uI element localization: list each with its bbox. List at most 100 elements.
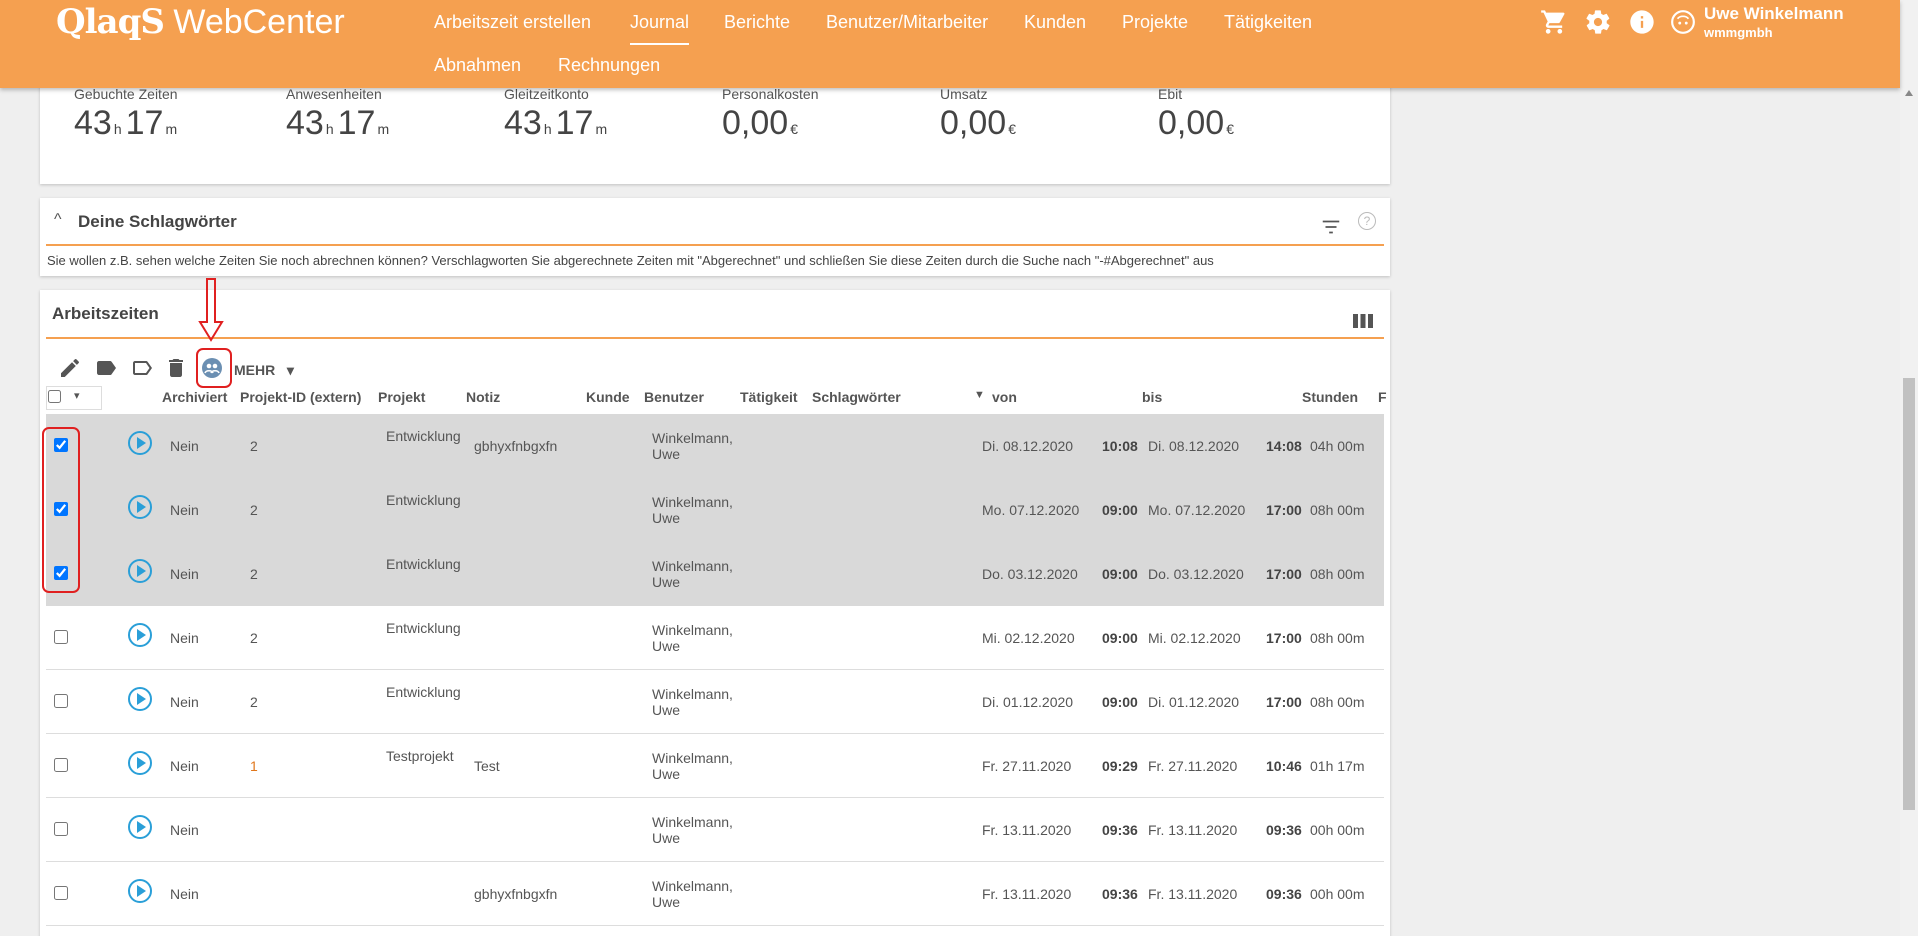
- play-icon[interactable]: [128, 879, 152, 903]
- table-row[interactable]: Nein 2 Entwicklung Winkelmann, Uwe Do. 0…: [46, 542, 1384, 606]
- table-row[interactable]: Nein 2 Entwicklung Winkelmann, Uwe Mi. 0…: [46, 606, 1384, 670]
- cell-von-time: 10:08: [1102, 438, 1138, 454]
- gear-icon[interactable]: [1584, 8, 1612, 36]
- play-icon[interactable]: [128, 623, 152, 647]
- col-von[interactable]: von: [992, 389, 1017, 405]
- cell-bis-time: 09:36: [1266, 822, 1302, 838]
- table-row[interactable]: Nein 2 Entwicklung Winkelmann, Uwe Di. 0…: [46, 670, 1384, 734]
- stat-personalkosten: Personalkosten 0,00 €: [722, 86, 922, 143]
- cart-icon[interactable]: [1540, 8, 1568, 36]
- play-icon[interactable]: [128, 431, 152, 455]
- table-row[interactable]: Nein gbhyxfnbgxfn Winkelmann, Uwe Fr. 13…: [46, 862, 1384, 926]
- collapse-chevron-icon[interactable]: ^: [54, 211, 62, 229]
- play-icon[interactable]: [128, 815, 152, 839]
- nav-projekte[interactable]: Projekte: [1122, 12, 1188, 33]
- cell-archiviert: Nein: [170, 502, 199, 518]
- sort-filter-icon[interactable]: [1320, 216, 1342, 238]
- play-icon[interactable]: [128, 687, 152, 711]
- cell-archiviert: Nein: [170, 438, 199, 454]
- user-organization: wmmgmbh: [1704, 25, 1773, 40]
- select-all-box: [46, 386, 102, 410]
- scroll-thumb[interactable]: [1903, 378, 1915, 810]
- col-notiz[interactable]: Notiz: [466, 389, 500, 405]
- cell-stunden: 00h 00m: [1310, 822, 1365, 838]
- cell-archiviert: Nein: [170, 758, 199, 774]
- delete-trash-icon[interactable]: [164, 356, 188, 380]
- table-row[interactable]: Nein 2 Entwicklung gbhyxfnbgxfn Winkelma…: [46, 414, 1384, 478]
- stat-umsatz: Umsatz 0,00 €: [940, 86, 1140, 143]
- row-checkbox[interactable]: [54, 886, 68, 900]
- nav-berichte[interactable]: Berichte: [724, 12, 790, 33]
- nav-journal[interactable]: Journal: [630, 12, 690, 45]
- mehr-dropdown-button[interactable]: MEHR ▾: [234, 362, 294, 379]
- nav-arbeitszeit-erstellen[interactable]: Arbeitszeit erstellen: [434, 12, 591, 33]
- stat-gleitzeitkonto: Gleitzeitkonto 43 h 17 m: [504, 86, 704, 143]
- table-row[interactable]: Nein 2 Entwicklung Winkelmann, Uwe Mo. 0…: [46, 478, 1384, 542]
- cell-benutzer: Winkelmann, Uwe: [652, 878, 733, 910]
- row-checkbox[interactable]: [54, 758, 68, 772]
- cell-benutzer: Winkelmann, Uwe: [652, 430, 733, 462]
- logo-subtitle: WebCenter: [163, 3, 345, 41]
- play-icon[interactable]: [128, 751, 152, 775]
- nav-abnahmen[interactable]: Abnahmen: [434, 55, 521, 76]
- cell-bis-time: 10:46: [1266, 758, 1302, 774]
- stat-value: 43 h 17 m: [286, 104, 390, 142]
- divider: [46, 244, 1384, 246]
- page-scrollbar[interactable]: [1900, 0, 1918, 936]
- cell-projekt-id: 2: [250, 438, 258, 454]
- column-settings-icon[interactable]: [1352, 312, 1374, 330]
- col-stunden[interactable]: Stunden: [1302, 389, 1358, 405]
- edit-pencil-icon[interactable]: [58, 356, 82, 380]
- cell-stunden: 00h 00m: [1310, 886, 1365, 902]
- cell-bis-time: 17:00: [1266, 502, 1302, 518]
- nav-taetigkeiten[interactable]: Tätigkeiten: [1224, 12, 1312, 33]
- tag-outline-icon[interactable]: [130, 356, 154, 380]
- row-checkbox[interactable]: [54, 694, 68, 708]
- cell-bis-time: 09:36: [1266, 886, 1302, 902]
- col-taetigkeit[interactable]: Tätigkeit: [740, 389, 798, 405]
- stat-label: Personalkosten: [722, 86, 819, 102]
- stat-ebit: Ebit 0,00 €: [1158, 86, 1358, 143]
- col-bis[interactable]: bis: [1142, 389, 1162, 405]
- annotation-arrow-icon: [198, 278, 224, 342]
- top-header: QlaqS WebCenter Arbeitszeit erstellen Jo…: [0, 0, 1900, 88]
- nav-benutzer-mitarbeiter[interactable]: Benutzer/Mitarbeiter: [826, 12, 988, 33]
- row-checkbox[interactable]: [54, 822, 68, 836]
- col-benutzer[interactable]: Benutzer: [644, 389, 704, 405]
- cell-von-time: 09:36: [1102, 886, 1138, 902]
- col-projekt-id[interactable]: Projekt-ID (extern): [240, 389, 361, 405]
- scroll-up-arrow-icon[interactable]: [1905, 90, 1913, 96]
- cell-von-date: Fr. 27.11.2020: [982, 758, 1072, 774]
- cell-bis-date: Mi. 02.12.2020: [1148, 630, 1241, 646]
- cell-bis-date: Fr. 27.11.2020: [1148, 758, 1238, 774]
- stat-label: Anwesenheiten: [286, 86, 382, 102]
- col-f[interactable]: F: [1378, 389, 1387, 405]
- tag-filled-icon[interactable]: [94, 356, 118, 380]
- col-projekt[interactable]: Projekt: [378, 389, 425, 405]
- user-name[interactable]: Uwe Winkelmann: [1704, 4, 1844, 24]
- cell-von-time: 09:36: [1102, 822, 1138, 838]
- row-checkbox[interactable]: [54, 630, 68, 644]
- info-icon[interactable]: [1628, 8, 1656, 36]
- play-icon[interactable]: [128, 559, 152, 583]
- sort-desc-icon[interactable]: ▼: [974, 389, 985, 401]
- cell-stunden: 01h 17m: [1310, 758, 1365, 774]
- app-logo[interactable]: QlaqS WebCenter: [56, 2, 345, 42]
- play-icon[interactable]: [128, 495, 152, 519]
- cell-benutzer: Winkelmann, Uwe: [652, 558, 733, 590]
- cell-von-date: Mi. 02.12.2020: [982, 630, 1075, 646]
- nav-rechnungen[interactable]: Rechnungen: [558, 55, 660, 76]
- col-archiviert[interactable]: Archiviert: [162, 389, 227, 405]
- stat-value: 0,00 €: [722, 104, 798, 142]
- col-kunde[interactable]: Kunde: [586, 389, 630, 405]
- nav-kunden[interactable]: Kunden: [1024, 12, 1086, 33]
- stat-label: Gleitzeitkonto: [504, 86, 589, 102]
- cell-projekt-id: 2: [250, 502, 258, 518]
- table-row[interactable]: Nein 1 Testprojekt Test Winkelmann, Uwe …: [46, 734, 1384, 798]
- col-schlagwoerter[interactable]: Schlagwörter: [812, 389, 901, 405]
- logo-brand: QlaqS: [56, 2, 165, 42]
- help-icon[interactable]: ?: [1358, 212, 1376, 230]
- table-row[interactable]: Nein Winkelmann, Uwe Fr. 13.11.2020 09:3…: [46, 798, 1384, 862]
- avatar-icon[interactable]: [1670, 9, 1696, 35]
- cell-von-time: 09:00: [1102, 566, 1138, 582]
